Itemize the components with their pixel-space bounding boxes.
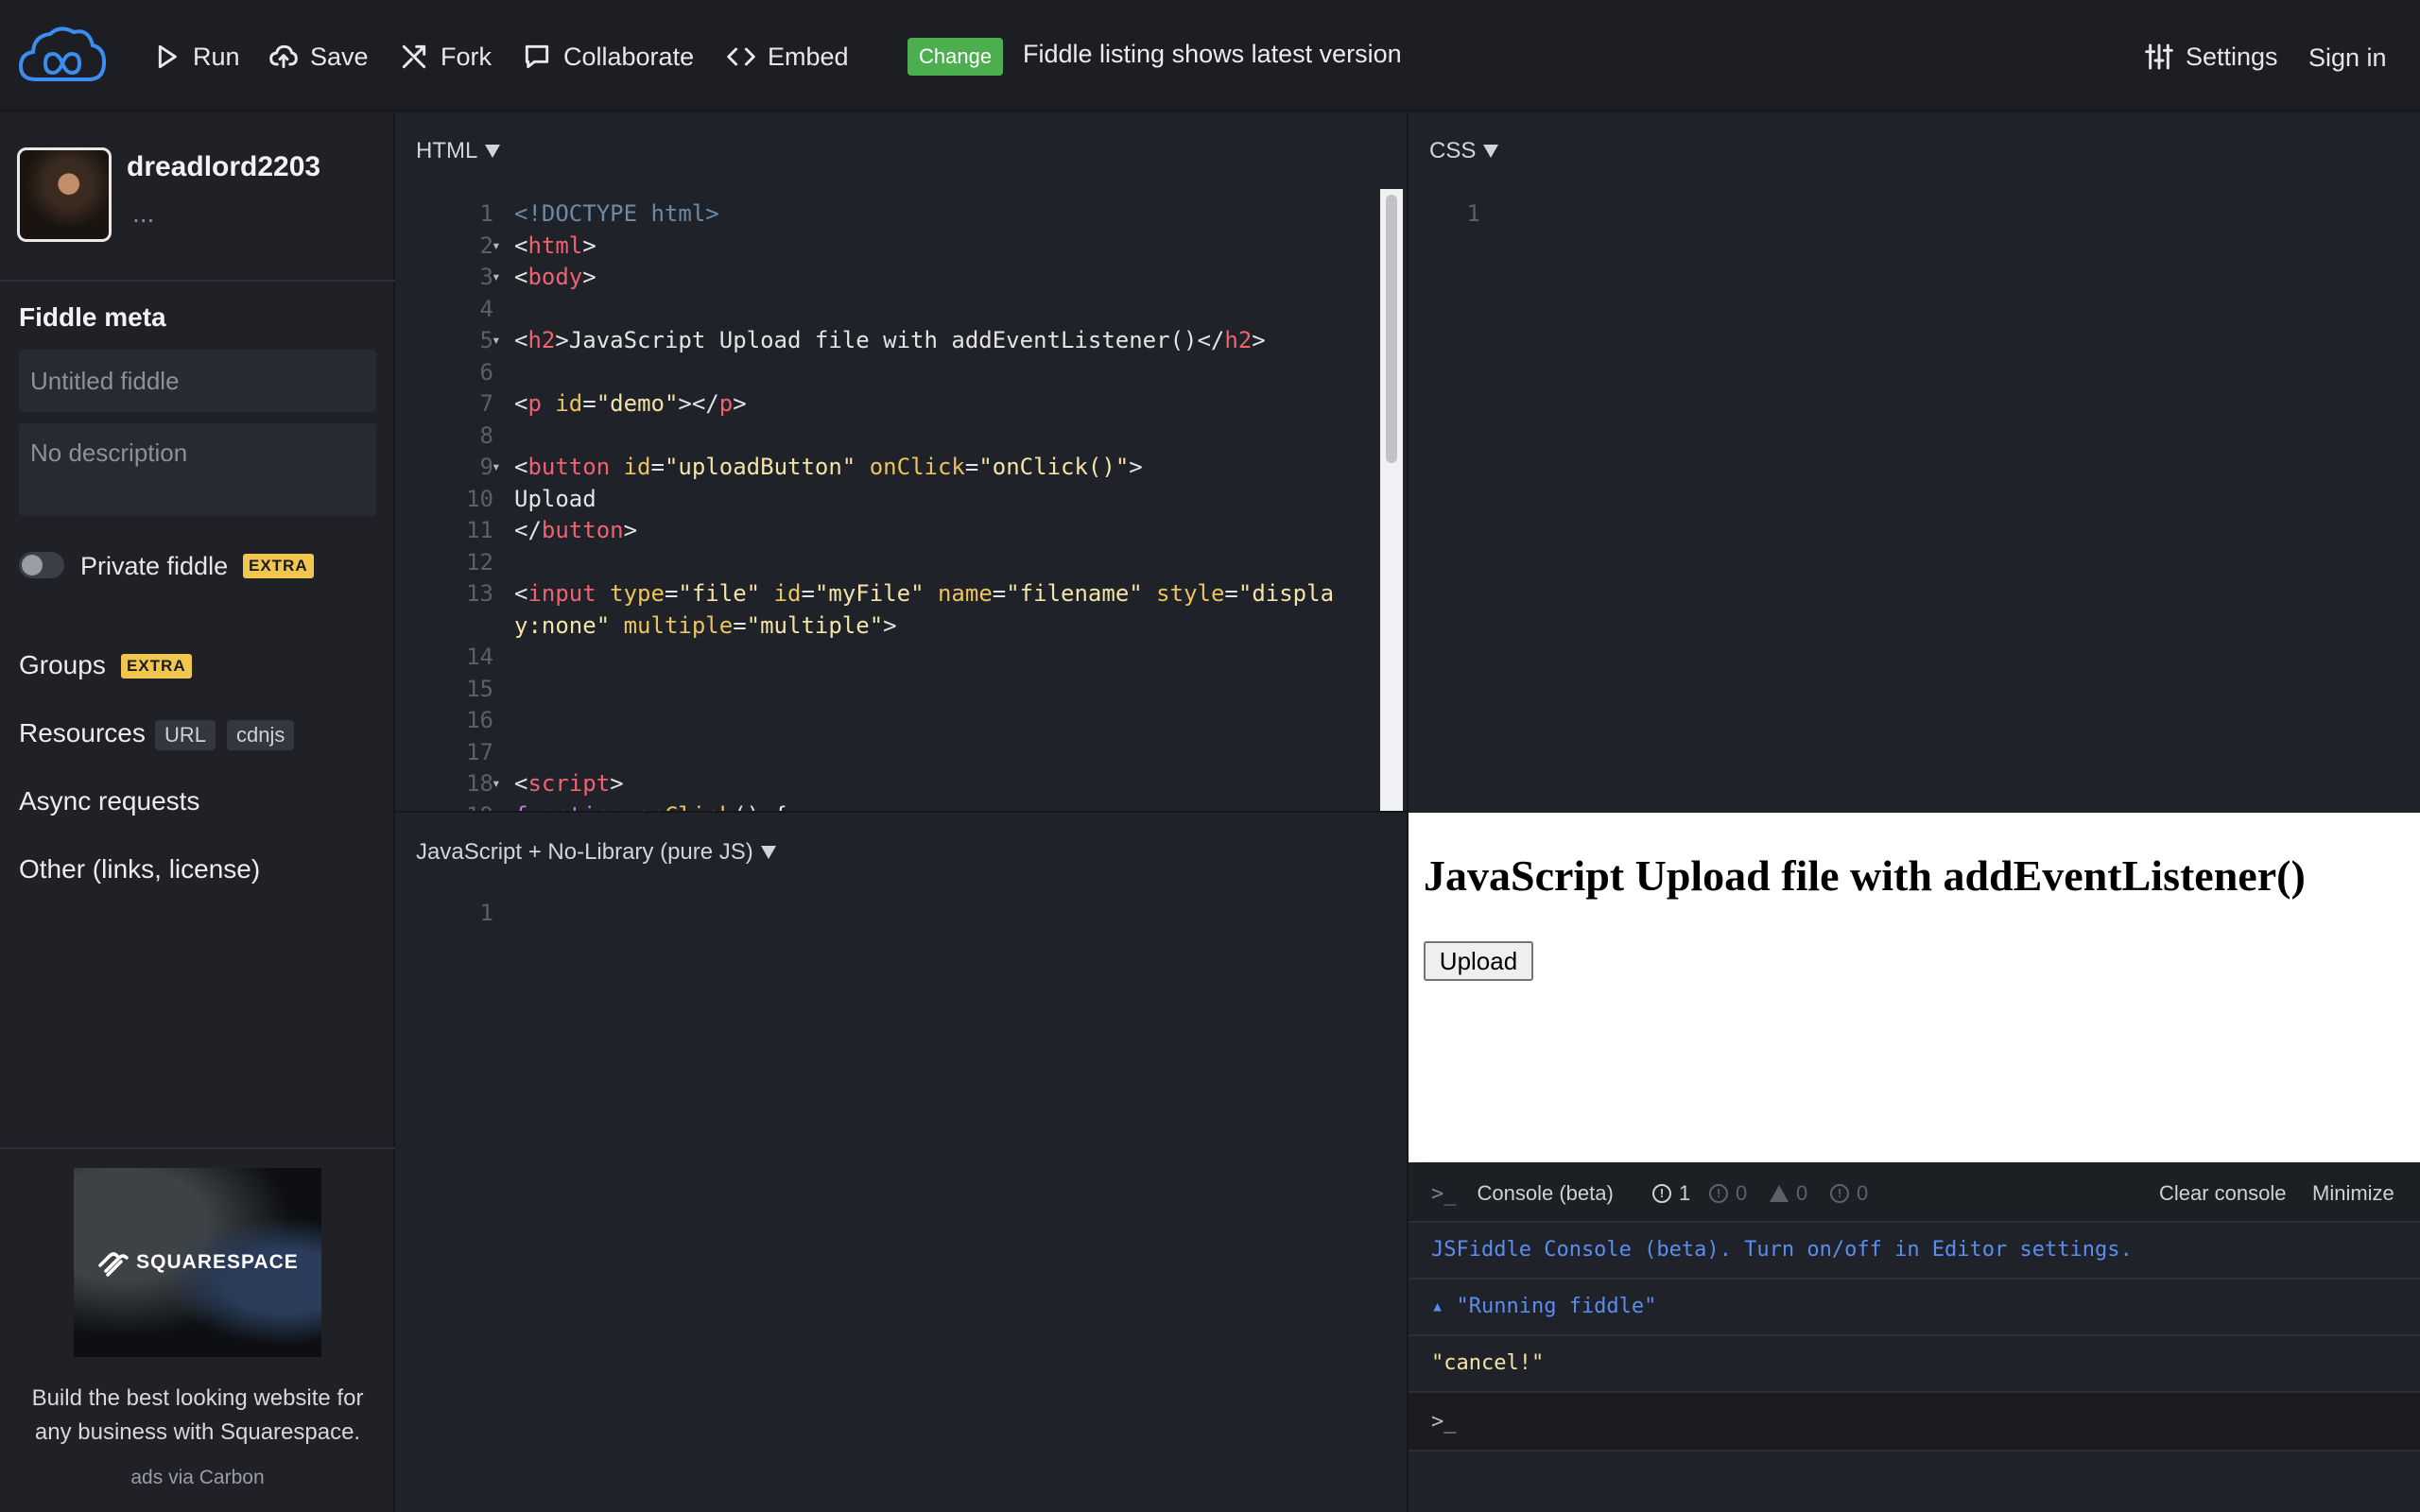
ad-text[interactable]: Build the best looking website for any b… xyxy=(17,1382,378,1450)
embed-button[interactable]: Embed xyxy=(726,34,849,79)
console-line[interactable]: ▴ "Running fiddle" xyxy=(1409,1280,2420,1336)
sliders-icon xyxy=(2145,43,2173,70)
css-panel-label[interactable]: CSS xyxy=(1429,138,1499,164)
sidebar: dreadlord2203 ... Fiddle meta Untitled f… xyxy=(0,113,395,1512)
resources-link[interactable]: Resources xyxy=(19,718,146,748)
console-line: "cancel!" xyxy=(1409,1336,2420,1393)
fork-icon xyxy=(402,44,426,69)
error-icon: ! xyxy=(1652,1184,1671,1203)
editor-splitter[interactable] xyxy=(395,811,1409,813)
username[interactable]: dreadlord2203 xyxy=(127,151,320,183)
play-icon xyxy=(158,44,177,69)
private-fiddle-toggle[interactable] xyxy=(19,552,64,578)
fiddle-meta-heading: Fiddle meta xyxy=(19,302,166,332)
console-panel: >_ Console (beta) ! 1 ! 0 0 ! 0 Clear co… xyxy=(1409,1162,2420,1512)
info-icon: ! xyxy=(1709,1184,1728,1203)
upload-button[interactable]: Upload xyxy=(1424,941,1533,981)
sign-in-link[interactable]: Sign in xyxy=(2308,43,2387,73)
result-frame[interactable]: JavaScript Upload file with addEventList… xyxy=(1409,813,2420,1162)
extra-badge: EXTRA xyxy=(243,554,314,578)
dropdown-triangle-icon xyxy=(1483,145,1499,158)
js-code-editor[interactable]: 1 xyxy=(395,888,1407,1512)
extra-badge: EXTRA xyxy=(121,654,192,679)
resources-url-chip[interactable]: URL xyxy=(155,720,216,750)
groups-link[interactable]: Groups xyxy=(19,650,106,680)
user-more-menu[interactable]: ... xyxy=(132,198,154,229)
code-brackets-icon xyxy=(727,47,755,66)
run-button[interactable]: Run xyxy=(151,34,240,79)
settings-button[interactable]: Settings xyxy=(2144,34,2278,79)
chat-bubble-icon xyxy=(525,44,549,69)
version-notice: Fiddle listing shows latest version xyxy=(1023,40,1402,68)
divider xyxy=(0,280,395,282)
terminal-icon: >_ xyxy=(1431,1181,1457,1206)
private-fiddle-label: Private fiddle xyxy=(80,552,229,580)
resources-cdnjs-chip[interactable]: cdnjs xyxy=(227,720,295,750)
html-code-editor[interactable]: 1 <!DOCTYPE html> 2 ▾ <html> 3 ▾ <body> … xyxy=(395,189,1378,811)
html-panel-label[interactable]: HTML xyxy=(416,138,501,164)
fiddle-description-input[interactable]: No description xyxy=(19,423,376,516)
jsfiddle-logo-icon[interactable] xyxy=(17,23,108,89)
change-button[interactable]: Change xyxy=(908,38,1004,76)
ad-attribution[interactable]: ads via Carbon xyxy=(0,1467,395,1489)
console-log-count[interactable]: ! 0 xyxy=(1830,1181,1868,1206)
clear-console-button[interactable]: Clear console xyxy=(2159,1181,2287,1206)
console-line: JSFiddle Console (beta). Turn on/off in … xyxy=(1409,1223,2420,1280)
save-button[interactable]: Save xyxy=(268,34,369,79)
cloud-upload-icon xyxy=(269,44,298,69)
js-panel-label[interactable]: JavaScript + No-Library (pure JS) xyxy=(416,839,776,866)
avatar[interactable] xyxy=(17,147,112,242)
console-info-count[interactable]: ! 0 xyxy=(1709,1181,1747,1206)
async-requests-link[interactable]: Async requests xyxy=(19,786,199,816)
top-bar: Run Save Fork Collaborate Embed Change F… xyxy=(0,0,2420,112)
css-code-editor[interactable]: 1 xyxy=(1409,189,2420,811)
minimize-console-button[interactable]: Minimize xyxy=(2312,1181,2394,1206)
console-input[interactable]: >_ xyxy=(1409,1393,2420,1452)
fork-button[interactable]: Fork xyxy=(399,34,492,79)
other-links-license-link[interactable]: Other (links, license) xyxy=(19,854,260,885)
log-icon: ! xyxy=(1830,1184,1849,1203)
ad-image[interactable]: SQUARESPACE xyxy=(74,1168,321,1357)
html-editor-scroll-thumb[interactable] xyxy=(1386,195,1397,463)
result-heading: JavaScript Upload file with addEventList… xyxy=(1424,851,2306,900)
divider xyxy=(0,1147,395,1149)
console-title[interactable]: >_ Console (beta) xyxy=(1431,1181,1614,1206)
collaborate-button[interactable]: Collaborate xyxy=(522,34,694,79)
console-warnings-count[interactable]: 0 xyxy=(1770,1181,1807,1206)
dropdown-triangle-icon xyxy=(485,145,501,158)
console-errors-count[interactable]: ! 1 xyxy=(1652,1181,1690,1206)
warning-icon xyxy=(1770,1185,1789,1202)
fiddle-title-input[interactable]: Untitled fiddle xyxy=(19,350,376,412)
squarespace-logo-icon xyxy=(98,1252,129,1277)
dropdown-triangle-icon xyxy=(760,846,776,859)
console-header: >_ Console (beta) ! 1 ! 0 0 ! 0 Clear co… xyxy=(1409,1162,2420,1223)
